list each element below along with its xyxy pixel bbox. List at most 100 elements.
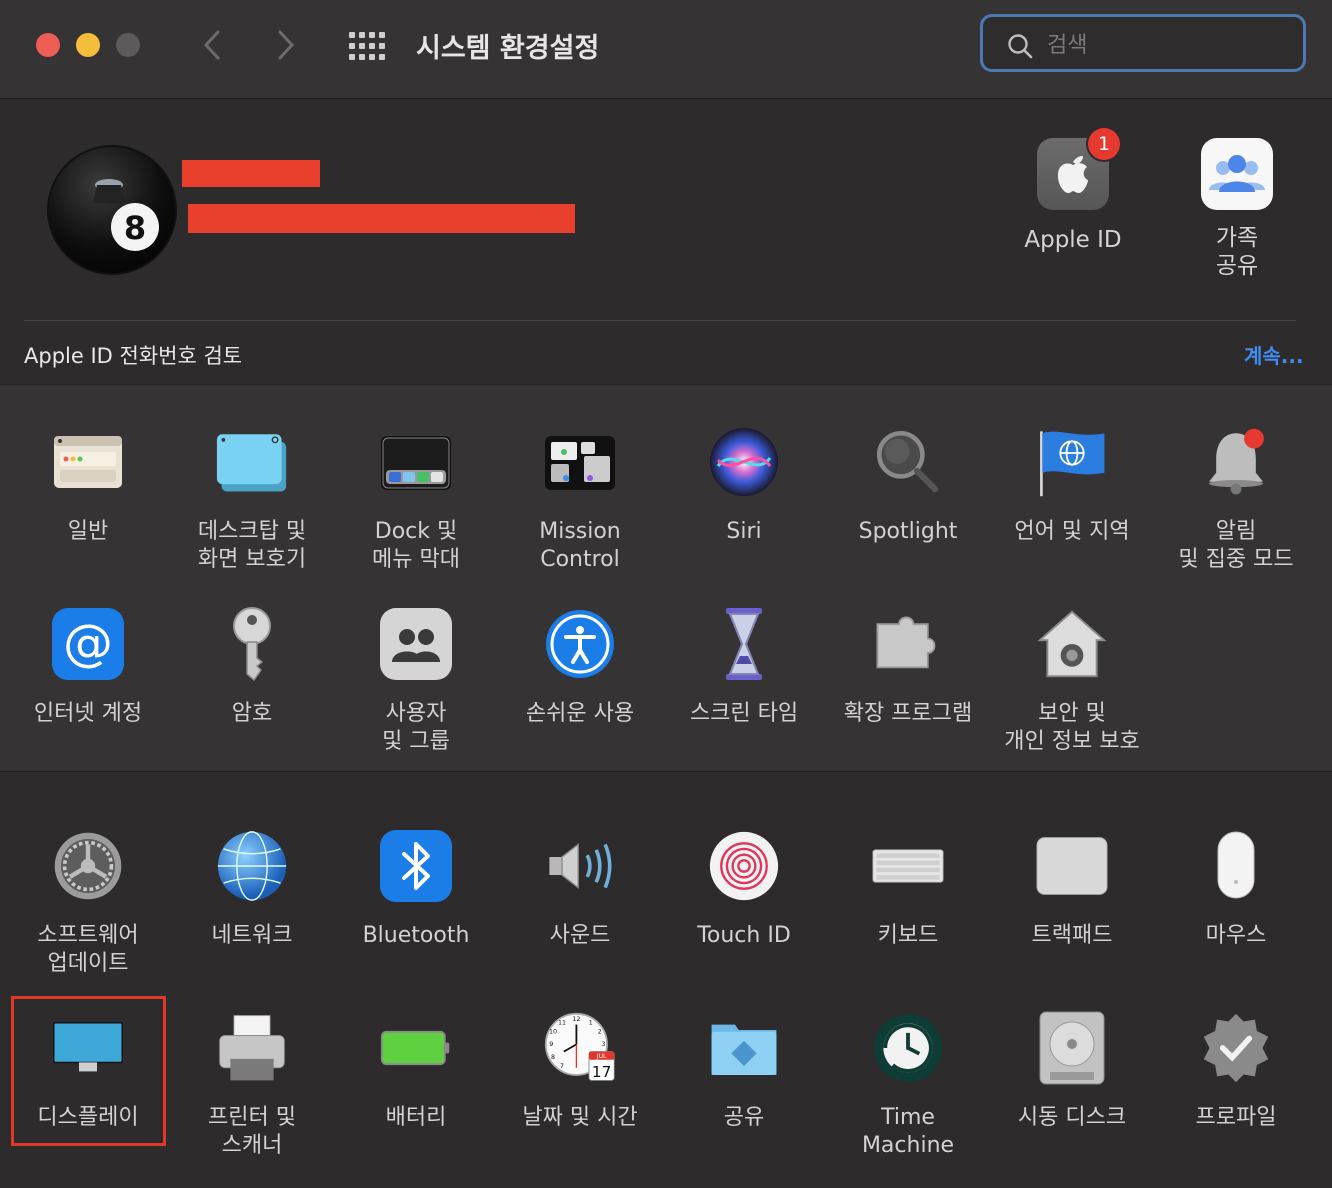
- pane-label-line1: 시동 디스크: [1017, 1105, 1127, 1130]
- battery-icon: [380, 1012, 452, 1084]
- pane-label-line2: Control: [540, 547, 620, 572]
- displays-selection-highlight: [11, 996, 166, 1146]
- apple-id-notice-text: Apple ID 전화번호 검토: [24, 344, 243, 368]
- accessibility-icon: [544, 608, 616, 680]
- eight-ball-number: 8: [124, 209, 146, 247]
- user-avatar[interactable]: 8: [47, 145, 177, 275]
- mouse-icon: [1200, 830, 1272, 902]
- pane-label: 마우스: [1154, 922, 1318, 950]
- pane-label-line1: Siri: [726, 519, 762, 544]
- pane-label-line1: 스크린 타임: [689, 701, 799, 726]
- title-bar: 시스템 환경설정: [0, 0, 1332, 99]
- pane-label-line1: 손쉬운 사용: [525, 701, 635, 726]
- desktop-screensaver-icon: [216, 426, 288, 498]
- notice-continue-link[interactable]: 계속...: [1244, 340, 1304, 369]
- svg-text:1: 1: [589, 1020, 593, 1027]
- svg-text:8: 8: [551, 1054, 555, 1061]
- siri-icon: [708, 426, 780, 498]
- svg-text:9: 9: [549, 1041, 553, 1048]
- pane-label-line2: 업데이트: [47, 951, 129, 976]
- pane-label: Bluetooth: [334, 922, 498, 950]
- pane-label: 소프트웨어업데이트: [6, 922, 170, 978]
- pane-label-line1: 트랙패드: [1031, 923, 1113, 948]
- passwords-icon: [216, 607, 288, 682]
- forward-icon[interactable]: [270, 28, 302, 62]
- search-input[interactable]: [1045, 29, 1289, 61]
- users-groups-icon: [380, 608, 452, 680]
- security-privacy-icon: [1036, 608, 1108, 680]
- search-field[interactable]: [980, 14, 1306, 72]
- pane-label-line1: 사용자: [385, 701, 447, 726]
- calendar-day: 17: [592, 1063, 611, 1081]
- minimize-window-button[interactable]: [76, 33, 100, 57]
- dock-icon: [380, 426, 452, 498]
- svg-text:2: 2: [598, 1029, 602, 1036]
- calendar-month: JUL: [596, 1053, 607, 1060]
- pane-label-line1: 네트워크: [211, 923, 293, 948]
- divider: [24, 320, 1296, 321]
- apple-id-label: Apple ID: [1024, 227, 1122, 253]
- pane-label: 알림 및 집중 모드: [1154, 518, 1318, 574]
- pane-label: 손쉬운 사용: [498, 700, 662, 728]
- svg-text:7: 7: [560, 1063, 564, 1070]
- family-sharing-icon: [1209, 155, 1265, 192]
- time-machine-icon: [872, 1012, 944, 1084]
- pane-label: 스크린 타임: [662, 700, 826, 728]
- zoom-window-button[interactable]: [116, 33, 140, 57]
- close-window-button[interactable]: [36, 33, 60, 57]
- pane-label-line1: Mission: [539, 519, 621, 544]
- pane-label-line1: Dock 및: [374, 519, 458, 544]
- pane-label-line2: 및 그룹: [382, 729, 450, 754]
- apple-id-notification-badge: 1: [1088, 128, 1120, 160]
- show-all-grid-icon[interactable]: [348, 30, 386, 62]
- pane-label: 확장 프로그램: [826, 700, 990, 728]
- pane-label: 사운드: [498, 922, 662, 950]
- pane-label-line1: 데스크탑 및: [197, 519, 307, 544]
- pane-label: 트랙패드: [990, 922, 1154, 950]
- family-sharing-pane[interactable]: [1201, 138, 1273, 210]
- printers-scanners-icon: [216, 1012, 288, 1084]
- pane-label-line1: 확장 프로그램: [843, 701, 973, 726]
- pane-label: 공유: [662, 1104, 826, 1132]
- pane-label: 일반: [6, 518, 170, 546]
- pane-label-line1: 마우스: [1205, 923, 1267, 948]
- pane-label-line1: 언어 및 지역: [1014, 519, 1130, 544]
- pane-label: Mission Control: [498, 518, 662, 574]
- pane-label-line1: 키보드: [877, 923, 939, 948]
- pane-label-line1: Touch ID: [697, 923, 791, 948]
- pane-label-line1: 소프트웨어: [37, 923, 139, 948]
- search-icon: [1008, 34, 1033, 59]
- network-icon: [216, 830, 288, 902]
- pane-label-line1: Spotlight: [858, 519, 958, 544]
- pane-label-line1: Time: [881, 1105, 935, 1130]
- pane-label: Time Machine: [826, 1104, 990, 1160]
- pane-label-line2: 개인 정보 보호: [1004, 729, 1140, 754]
- pane-label: 배터리: [334, 1104, 498, 1132]
- pane-label: 언어 및 지역: [990, 518, 1154, 546]
- general-icon: [52, 426, 124, 498]
- pane-label: Dock 및 메뉴 막대: [334, 518, 498, 574]
- svg-text:@: @: [63, 614, 113, 672]
- pane-label-line2: 및 집중 모드: [1178, 547, 1294, 572]
- pane-label-line1: 사운드: [549, 923, 611, 948]
- startup-disk-icon: [1036, 1011, 1108, 1085]
- pane-label: 프린터 및 스캐너: [170, 1104, 334, 1160]
- pane-label: 인터넷 계정: [6, 700, 170, 728]
- pane-label: 사용자및 그룹: [334, 700, 498, 756]
- redacted-user-email: [188, 204, 575, 233]
- pane-label: 데스크탑 및 화면 보호기: [170, 518, 334, 574]
- pane-label: 키보드: [826, 922, 990, 950]
- svg-text:3: 3: [601, 1041, 605, 1048]
- keyboard-icon: [872, 830, 944, 902]
- back-icon[interactable]: [196, 28, 228, 62]
- pane-label-line1: 배터리: [385, 1105, 447, 1130]
- pane-label-line2: 스캐너: [221, 1133, 283, 1158]
- svg-text:10: 10: [549, 1029, 557, 1036]
- redacted-user-name: [182, 160, 320, 187]
- pane-label: 암호: [170, 700, 334, 728]
- pane-label-line1: 암호: [231, 701, 273, 726]
- pane-label: Spotlight: [826, 518, 990, 546]
- screen-time-icon: [708, 608, 780, 680]
- language-region-icon: [1036, 426, 1108, 498]
- pane-label-line1: 프로파일: [1195, 1105, 1277, 1130]
